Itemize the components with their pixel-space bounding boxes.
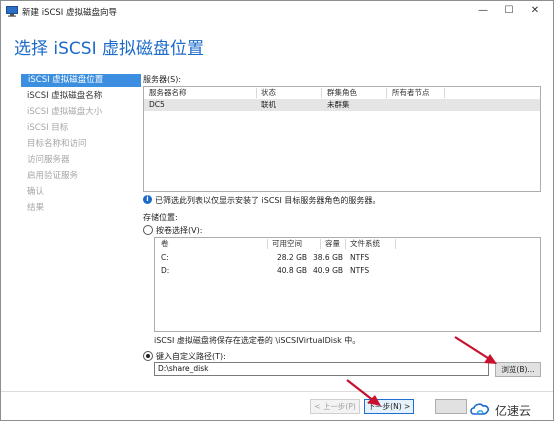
column-header-status[interactable]: 状态 [261,87,276,99]
nav-item-label: 目标名称和访问 [27,139,87,149]
info-icon: i [143,195,152,204]
column-header-volume[interactable]: 卷 [161,238,169,250]
status-cell: 联机 [261,100,276,109]
filter-info-text: 已筛选此列表以仅显示安装了 iSCSI 目标服务器角色的服务器。 [155,196,381,205]
free-space-cell: 28.2 GB [277,253,308,262]
title-bar: 新建 iSCSI 虚拟磁盘向导 — ☐ ✕ [1,1,553,23]
volume-save-note: iSCSI 虚拟磁盘将保存在选定卷的 \iSCSIVirtualDisk 中。 [154,336,361,345]
storage-location-label: 存储位置: [143,213,178,222]
column-divider [395,239,396,249]
table-row[interactable]: DC5 联机 未群集 [144,99,540,111]
file-system-cell: NTFS [350,253,370,262]
nav-item-label: iSCSI 虚拟磁盘名称 [27,91,103,101]
nav-item-access-servers: 访问服务器 [20,154,137,167]
volume-list[interactable]: 卷 可用空间 容量 文件系统 C: 28.2 GB 38.6 GB NTFS D… [154,237,541,332]
column-header-owner-node[interactable]: 所有者节点 [392,87,430,99]
column-divider [320,239,321,249]
capacity-cell: 40.9 GB [313,266,344,275]
volume-cell: C: [161,253,169,262]
annotation-arrow-icon [346,379,381,406]
column-header-server-name[interactable]: 服务器名称 [149,87,187,99]
minimize-button[interactable]: — [471,3,495,19]
nav-item-disk-location[interactable]: iSCSI 虚拟磁盘位置 [21,74,141,87]
nav-item-target-name-access: 目标名称和访问 [20,138,137,151]
cluster-role-cell: 未群集 [327,100,350,109]
nav-item-enable-auth: 启用验证服务 [20,170,137,183]
footer-divider [1,391,553,392]
nav-item-label: 启用验证服务 [27,171,79,181]
file-system-cell: NTFS [350,266,370,275]
nav-item-label: iSCSI 虚拟磁盘位置 [28,75,104,85]
select-by-volume-radio[interactable] [143,225,153,235]
nav-item-label: 确认 [27,187,45,197]
capacity-cell: 38.6 GB [313,253,344,262]
select-by-volume-label[interactable]: 按卷选择(V): [156,225,202,236]
servers-list[interactable]: 服务器名称 状态 群集角色 所有者节点 DC5 联机 未群集 [143,86,541,192]
custom-path-radio[interactable] [143,351,153,361]
window-title: 新建 iSCSI 虚拟磁盘向导 [22,8,117,18]
page-title: 选择 iSCSI 虚拟磁盘位置 [14,39,204,59]
server-name-cell: DC5 [149,100,165,109]
nav-item-disk-size: iSCSI 虚拟磁盘大小 [20,106,137,119]
column-divider [386,88,387,98]
nav-item-label: iSCSI 虚拟磁盘大小 [27,107,103,117]
custom-path-input[interactable]: D:\share_disk [154,362,489,376]
column-header-file-system[interactable]: 文件系统 [350,238,380,250]
column-header-free-space[interactable]: 可用空间 [272,238,302,250]
free-space-cell: 40.8 GB [277,266,308,275]
table-row[interactable]: D: 40.8 GB 40.9 GB NTFS [155,265,540,277]
nav-item-target: iSCSI 目标 [20,122,137,135]
server-manager-icon [6,6,18,17]
custom-path-label[interactable]: 键入自定义路径(T): [156,351,226,362]
column-divider [345,239,346,249]
nav-item-disk-name[interactable]: iSCSI 虚拟磁盘名称 [20,90,137,103]
volume-cell: D: [161,266,170,275]
install-button[interactable] [435,399,467,414]
column-header-capacity[interactable]: 容量 [325,238,340,250]
column-divider [267,239,268,249]
wizard-window: 新建 iSCSI 虚拟磁盘向导 — ☐ ✕ 选择 iSCSI 虚拟磁盘位置 iS… [0,0,554,421]
column-divider [321,88,322,98]
column-divider [256,88,257,98]
servers-label: 服务器(S): [143,75,182,84]
nav-item-label: 访问服务器 [27,155,70,165]
watermark: 亿速云 [467,399,553,419]
annotation-arrow-icon [454,336,497,364]
column-divider [444,88,445,98]
nav-item-label: iSCSI 目标 [27,123,69,133]
table-row[interactable]: C: 28.2 GB 38.6 GB NTFS [155,252,540,264]
column-header-cluster-role[interactable]: 群集角色 [327,87,357,99]
close-button[interactable]: ✕ [523,3,547,19]
nav-item-label: 结果 [27,203,45,213]
watermark-text: 亿速云 [495,404,532,418]
nav-item-confirm: 确认 [20,186,137,199]
maximize-button[interactable]: ☐ [497,3,521,19]
cloud-logo-icon [470,403,490,415]
browse-button[interactable]: 浏览(B)... [495,362,541,377]
nav-item-results: 结果 [20,202,137,215]
